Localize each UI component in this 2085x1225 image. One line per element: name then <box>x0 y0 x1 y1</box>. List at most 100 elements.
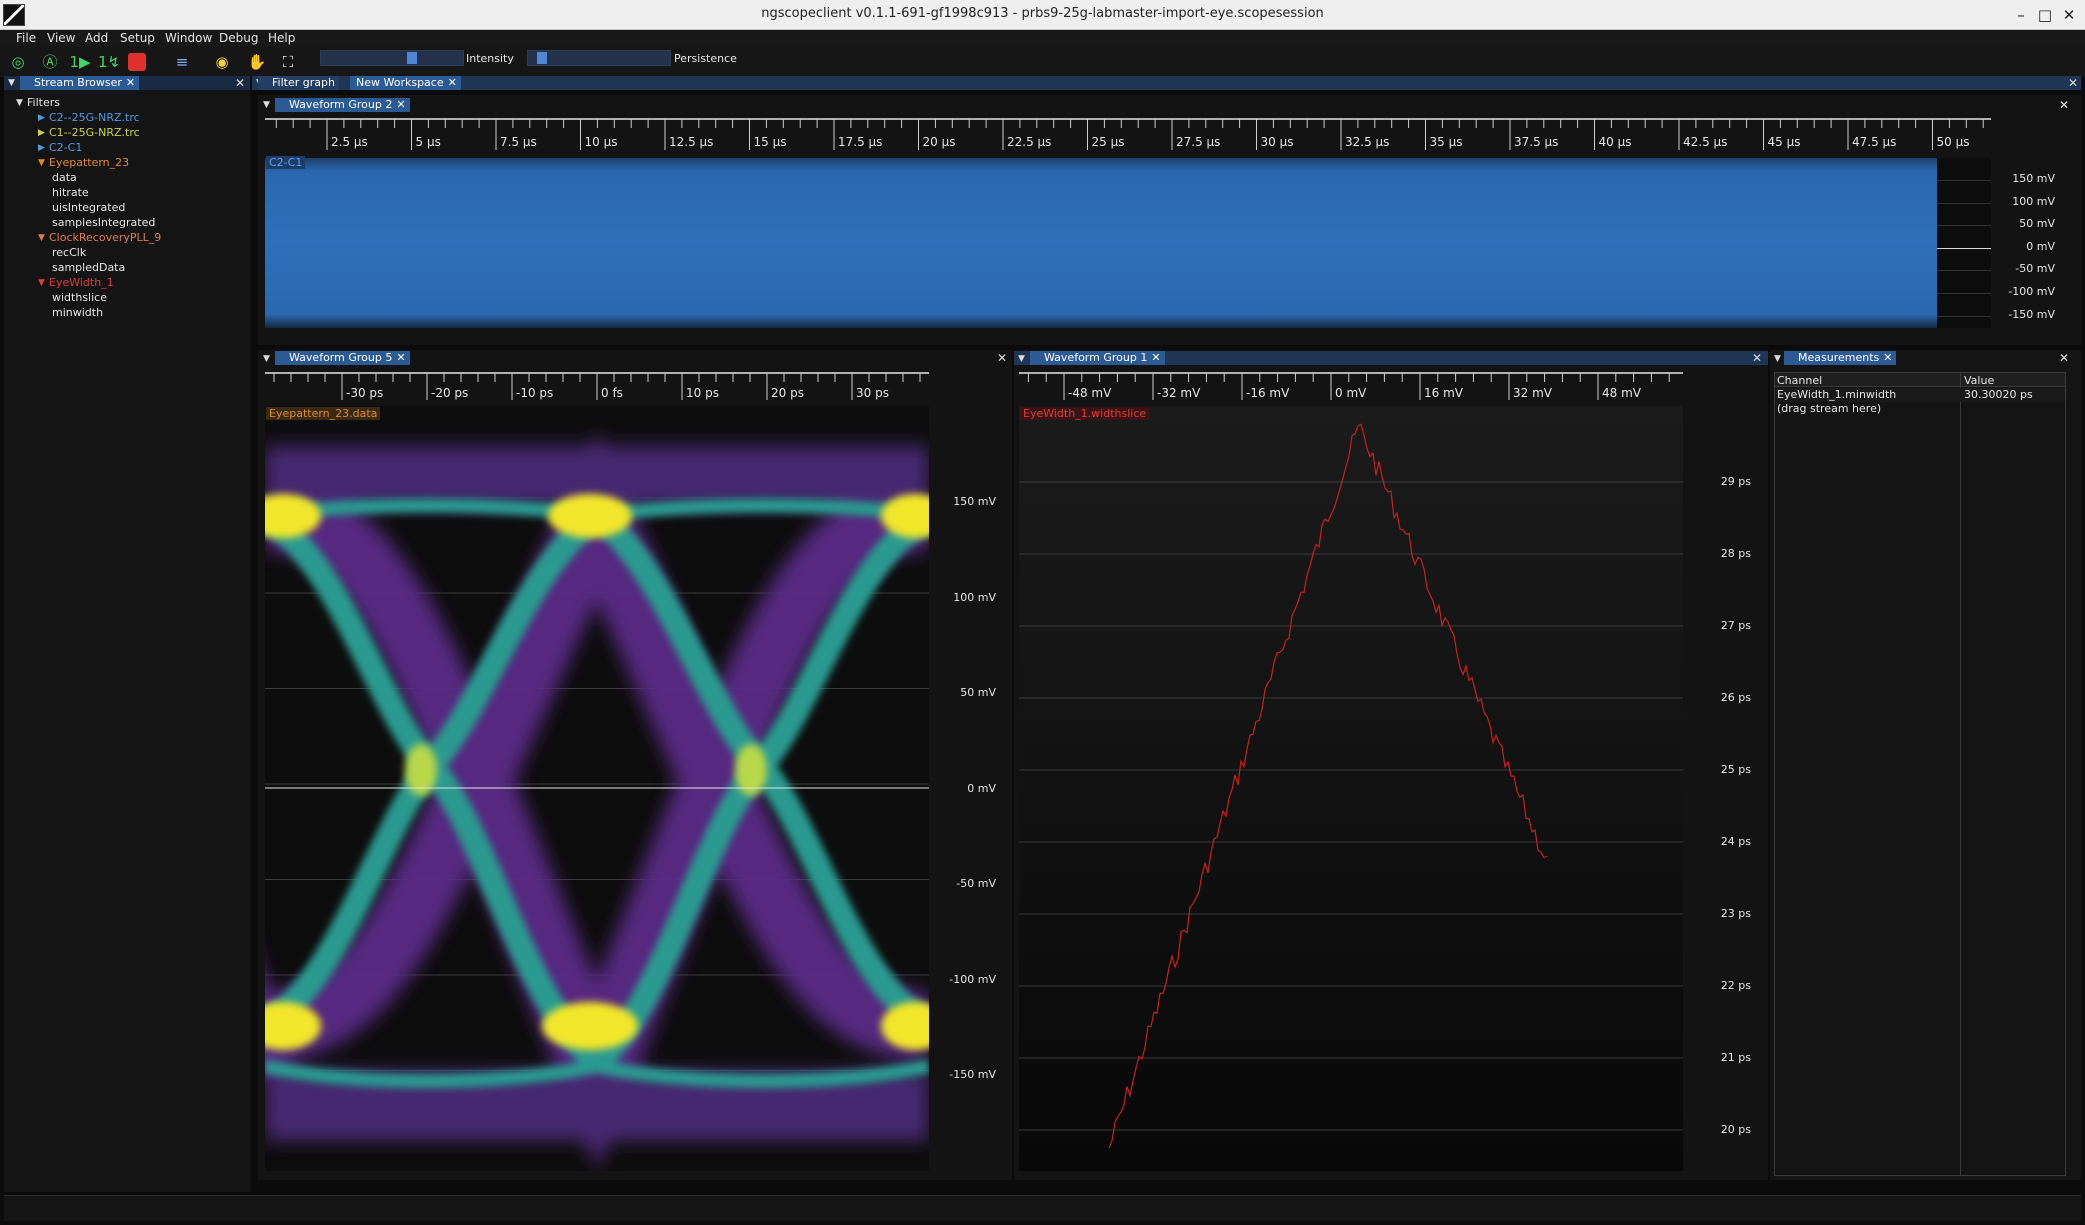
tabbar-menu-icon[interactable]: ▼ <box>263 354 270 364</box>
tree-item[interactable]: hitrate <box>52 186 89 199</box>
expander-icon[interactable]: ▶ <box>38 143 45 153</box>
tab-stream-browser[interactable]: Stream Browser ✕ <box>20 76 140 90</box>
eye-width-plot[interactable] <box>1019 406 1683 1171</box>
tab-label: New Workspace <box>356 76 444 89</box>
menu-window[interactable]: Window <box>165 30 212 47</box>
clear-sweeps-icon[interactable]: ✋ <box>245 50 269 74</box>
header-value[interactable]: Value <box>1964 374 1994 387</box>
maximize-icon[interactable]: □ <box>2036 6 2054 24</box>
ruler-tick-label: 16 mV <box>1424 386 1463 400</box>
expander-icon[interactable]: ▼ <box>38 158 45 168</box>
tree-item[interactable]: C2-C1 <box>49 141 82 154</box>
close-icon[interactable]: ✕ <box>448 76 457 90</box>
close-icon[interactable]: ✕ <box>997 351 1007 365</box>
close-icon[interactable]: ✕ <box>235 76 245 90</box>
intensity-slider[interactable] <box>320 50 464 66</box>
ruler-tick-label: 27.5 µs <box>1176 135 1221 149</box>
grid-line <box>1937 270 1991 272</box>
tabbar-menu-icon[interactable]: ▼ <box>1774 354 1781 364</box>
y-axis-tick-label: 29 ps <box>1720 475 1751 488</box>
tree-item[interactable]: data <box>52 171 77 184</box>
history-icon[interactable]: ≡ <box>170 50 194 74</box>
y-axis-tick-label: 0 mV <box>967 781 996 795</box>
trigger-force-icon[interactable]: 1↯ <box>97 50 121 74</box>
tabbar-menu-icon[interactable]: ▼ <box>8 78 15 88</box>
menu-add[interactable]: Add <box>85 30 108 47</box>
close-icon[interactable]: ✕ <box>126 76 135 90</box>
eye-pattern-plot[interactable] <box>265 406 929 1171</box>
refresh-icon[interactable]: ◉ <box>210 50 234 74</box>
close-icon[interactable]: ✕ <box>2060 6 2078 24</box>
ruler-tick-label: 20 µs <box>922 135 956 149</box>
tabbar-menu-icon[interactable]: ▼ <box>1018 354 1025 364</box>
measurement-channel[interactable]: EyeWidth_1.minwidth <box>1777 388 1896 401</box>
tab-new-workspace[interactable]: New Workspace ✕ <box>350 76 461 90</box>
close-icon[interactable]: ✕ <box>1151 351 1160 365</box>
close-icon[interactable]: ✕ <box>1752 351 1762 365</box>
tab-waveform-group-1[interactable]: Waveform Group 1 ✕ <box>1030 351 1165 365</box>
trigger-run-icon[interactable]: ◎ <box>6 50 30 74</box>
tree-item[interactable]: samplesIntegrated <box>52 216 155 229</box>
close-icon[interactable]: ✕ <box>2068 76 2078 90</box>
trigger-auto-icon[interactable]: Ⓐ <box>38 50 62 74</box>
fullscreen-icon[interactable]: ⛶ <box>276 50 300 74</box>
tabbar-menu-icon[interactable]: ▼ <box>263 100 270 110</box>
c2-c1-waveform-trace[interactable] <box>265 158 1937 328</box>
ruler-tick-label: -32 mV <box>1157 386 1201 400</box>
close-icon[interactable]: ✕ <box>2059 98 2069 112</box>
y-axis-tick-label: 20 ps <box>1720 1123 1751 1136</box>
menu-file[interactable]: File <box>16 30 36 47</box>
drag-stream-placeholder[interactable]: (drag stream here) <box>1777 402 1881 415</box>
channel-label-c2-c1[interactable]: C2-C1 <box>266 156 306 169</box>
tree-item[interactable]: minwidth <box>52 306 103 319</box>
minimize-icon[interactable]: – <box>2012 6 2030 24</box>
ruler-tick-label: 47.5 µs <box>1852 135 1897 149</box>
tree-item[interactable]: sampledData <box>52 261 125 274</box>
close-icon[interactable]: ✕ <box>396 351 405 365</box>
stop-icon[interactable] <box>128 53 146 71</box>
ruler-tick-label: 32.5 µs <box>1345 135 1390 149</box>
y-axis-tick-label: 28 ps <box>1720 547 1751 560</box>
channel-label-widthslice[interactable]: EyeWidth_1.widthslice <box>1020 407 1150 420</box>
close-icon[interactable]: ✕ <box>1883 351 1892 365</box>
menu-view[interactable]: View <box>47 30 75 47</box>
ruler-tick-label: 5 µs <box>415 135 441 149</box>
expander-icon[interactable]: ▶ <box>38 128 45 138</box>
y-axis-tick-label: -100 mV <box>949 972 996 986</box>
expander-icon[interactable]: ▶ <box>38 113 45 123</box>
tree-item[interactable]: ClockRecoveryPLL_9 <box>49 231 161 244</box>
expander-icon[interactable]: ▼ <box>38 278 45 288</box>
toolbar: ◎ Ⓐ 1▶ 1↯ ≡ ◉ ✋ ⛶ <box>0 47 2085 77</box>
channel-label-eyepattern[interactable]: Eyepattern_23.data <box>266 407 381 420</box>
tree-item[interactable]: uisIntegrated <box>52 201 125 214</box>
persistence-slider[interactable] <box>527 50 671 66</box>
tab-measurements[interactable]: Measurements ✕ <box>1784 351 1897 365</box>
close-icon[interactable]: ✕ <box>2059 351 2069 365</box>
persistence-slider-knob[interactable] <box>536 52 547 64</box>
intensity-slider-knob[interactable] <box>406 52 417 64</box>
measurement-value: 30.30020 ps <box>1964 388 2033 401</box>
tree-item[interactable]: widthslice <box>52 291 107 304</box>
menu-help[interactable]: Help <box>268 30 295 47</box>
menu-setup[interactable]: Setup <box>120 30 155 47</box>
y-axis-tick-label: 100 mV <box>953 590 996 604</box>
tab-waveform-group-5[interactable]: Waveform Group 5 ✕ <box>275 351 410 365</box>
expander-icon[interactable]: ▼ <box>16 98 23 108</box>
tree-item[interactable]: EyeWidth_1 <box>49 276 114 289</box>
close-icon[interactable]: ✕ <box>396 98 405 112</box>
measurements-table: Channel Value EyeWidth_1.minwidth 30.300… <box>1774 372 2066 1176</box>
trigger-single-icon[interactable]: 1▶ <box>68 50 92 74</box>
tab-label: Waveform Group 2 <box>289 98 393 111</box>
tree-item[interactable]: C2--25G-NRZ.trc <box>49 111 140 124</box>
menu-debug[interactable]: Debug <box>219 30 258 47</box>
tab-filter-graph[interactable]: Filter graph <box>258 76 339 90</box>
ruler-tick-label: 17.5 µs <box>838 135 883 149</box>
tab-waveform-group-2[interactable]: Waveform Group 2 ✕ <box>275 98 410 112</box>
tree-root-filters[interactable]: Filters <box>27 96 60 109</box>
tree-item[interactable]: recClk <box>52 246 86 259</box>
expander-icon[interactable]: ▼ <box>38 233 45 243</box>
tree-item[interactable]: C1--25G-NRZ.trc <box>49 126 140 139</box>
header-channel[interactable]: Channel <box>1777 374 1822 387</box>
tree-item[interactable]: Eyepattern_23 <box>49 156 129 169</box>
ruler-tick-label: 0 mV <box>1335 386 1367 400</box>
